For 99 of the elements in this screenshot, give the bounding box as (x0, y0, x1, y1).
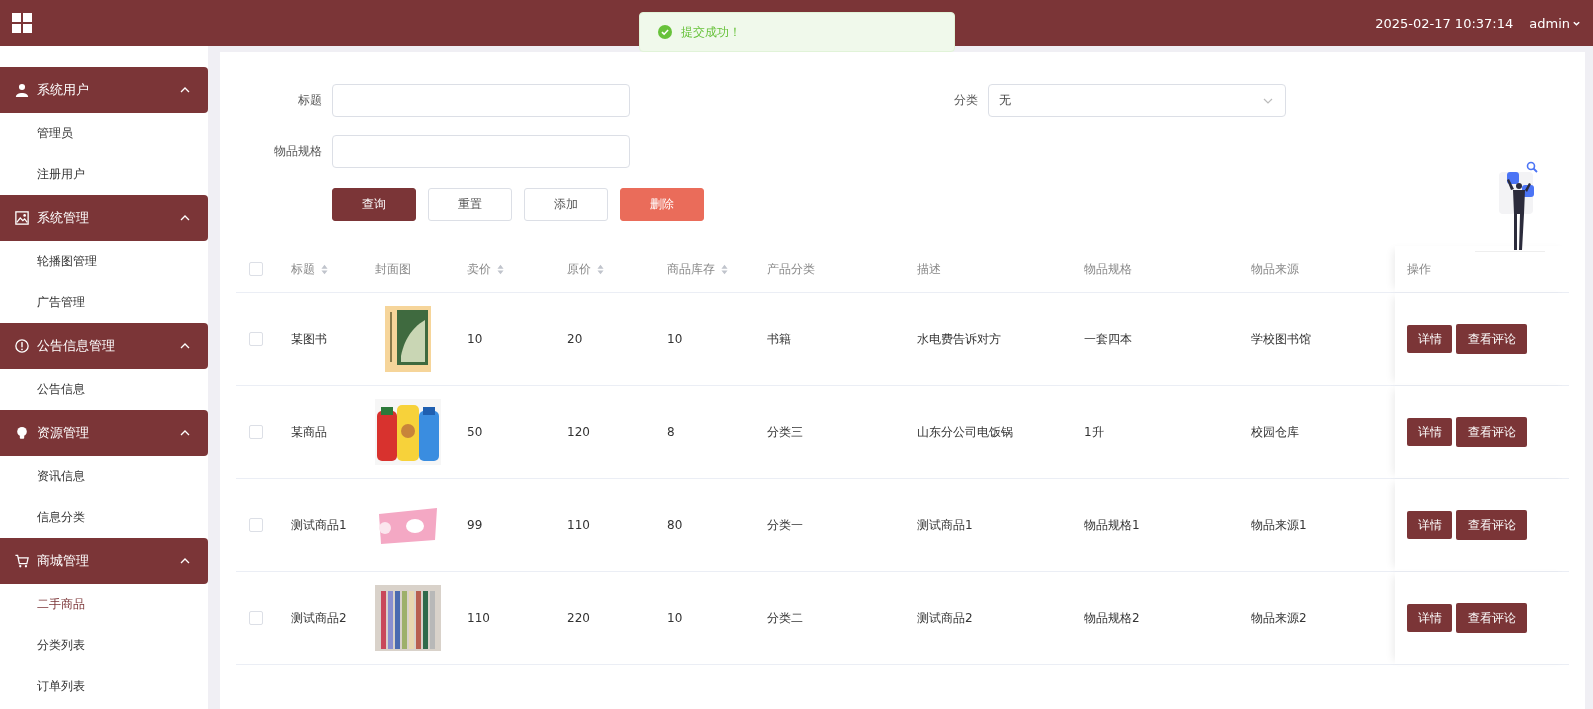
comments-button[interactable]: 查看评论 (1456, 324, 1527, 354)
table-cell: 水电费告诉对方 (917, 330, 1001, 348)
cart-icon (15, 554, 29, 568)
user-icon (15, 83, 29, 97)
table-cell: 校园仓库 (1251, 423, 1299, 441)
table-cell: 测试商品2 (291, 609, 347, 627)
column-header[interactable]: 卖价 (467, 260, 504, 278)
field-label: 分类 (953, 92, 978, 109)
menu-group[interactable]: 商城管理 (0, 538, 208, 584)
chevron-icon (180, 430, 190, 436)
date-time: 2025-02-17 10:37:14 (1375, 15, 1514, 31)
user-menu[interactable]: admin (1529, 15, 1581, 31)
menu-item[interactable]: 轮播图管理 (0, 241, 208, 282)
action-button[interactable]: 添加 (524, 188, 608, 221)
details-button[interactable]: 详情 (1407, 511, 1452, 539)
table-cell: 1升 (1084, 423, 1104, 441)
field-label: 标题 (297, 92, 322, 109)
text-field[interactable] (332, 135, 630, 168)
chevron-down-icon (1263, 97, 1273, 104)
chevron-icon (180, 215, 190, 221)
comments-button[interactable]: 查看评论 (1456, 417, 1527, 447)
toast-message: 提交成功！ (681, 23, 741, 41)
checkbox[interactable] (249, 611, 263, 625)
menu-item[interactable]: 分类列表 (0, 625, 208, 666)
menu-item[interactable]: 管理员 (0, 113, 208, 154)
table-cell: 10 (667, 332, 683, 346)
menu-group[interactable]: 公告信息管理 (0, 323, 208, 369)
table-cell: 物品规格2 (1084, 609, 1140, 627)
checkbox[interactable] (249, 262, 263, 276)
table-cell: 99 (467, 518, 483, 532)
table-cell: 10 (467, 332, 483, 346)
chevron-icon (180, 343, 190, 349)
checkbox[interactable] (249, 518, 263, 532)
column-header[interactable]: 原价 (567, 260, 604, 278)
table-cell: 20 (567, 332, 583, 346)
menu-icon[interactable] (12, 13, 32, 33)
details-button[interactable]: 详情 (1407, 604, 1452, 632)
details-button[interactable]: 详情 (1407, 325, 1452, 353)
menu-group[interactable]: 系统用户 (0, 67, 208, 113)
table-cell: 书籍 (767, 330, 791, 348)
table-cell: 分类二 (767, 609, 803, 627)
field-label: 物品规格 (273, 143, 322, 160)
menu-group[interactable]: 系统管理 (0, 195, 208, 241)
menu-item[interactable]: 广告管理 (0, 282, 208, 323)
table-cell: 某图书 (291, 330, 327, 348)
sort-icon[interactable] (597, 263, 604, 275)
table-cell: 10 (667, 611, 683, 625)
table-cell: 测试商品1 (291, 516, 347, 534)
bulb-icon (15, 426, 29, 440)
table-cell: 某商品 (291, 423, 327, 441)
table-cell: 测试商品2 (917, 609, 973, 627)
sort-icon[interactable] (321, 263, 328, 275)
table-cell: 物品来源2 (1251, 609, 1307, 627)
table-cell: 220 (567, 611, 590, 625)
search-button[interactable]: 查询 (332, 188, 416, 221)
menu-item[interactable]: 二手商品 (0, 584, 208, 625)
table-cell: 110 (467, 611, 490, 625)
checkbox[interactable] (249, 425, 263, 439)
menu-item[interactable]: 公告信息 (0, 369, 208, 410)
column-header[interactable]: 标题 (291, 260, 328, 278)
table-cell: 110 (567, 518, 590, 532)
column-header: 操作 (1407, 260, 1431, 278)
menu-group[interactable]: 资源管理 (0, 410, 208, 456)
info-icon (15, 339, 29, 353)
menu-item[interactable]: 信息分类 (0, 497, 208, 538)
sort-icon[interactable] (497, 263, 504, 275)
check-icon (658, 25, 672, 39)
table-cell: 学校图书馆 (1251, 330, 1311, 348)
table-cell: 120 (567, 425, 590, 439)
details-button[interactable]: 详情 (1407, 418, 1452, 446)
chevron-icon (180, 87, 190, 93)
table-cell: 测试商品1 (917, 516, 973, 534)
table-cell: 80 (667, 518, 683, 532)
column-header: 封面图 (375, 260, 411, 278)
column-header: 产品分类 (767, 260, 815, 278)
menu-item[interactable]: 资讯信息 (0, 456, 208, 497)
column-header: 描述 (917, 260, 941, 278)
table-cell: 分类三 (767, 423, 803, 441)
category-select[interactable]: 无 (988, 84, 1286, 117)
table-cell: 物品来源1 (1251, 516, 1307, 534)
table-cell: 8 (667, 425, 675, 439)
checkbox[interactable] (249, 332, 263, 346)
column-header: 物品规格 (1084, 260, 1132, 278)
menu-item[interactable]: 注册用户 (0, 154, 208, 195)
image-icon (15, 211, 29, 225)
text-field[interactable] (332, 84, 630, 117)
table-cell: 物品规格1 (1084, 516, 1140, 534)
table-cell: 山东分公司电饭锅 (917, 423, 1013, 441)
table-cell: 一套四本 (1084, 330, 1132, 348)
column-header: 物品来源 (1251, 260, 1299, 278)
table-cell: 分类一 (767, 516, 803, 534)
comments-button[interactable]: 查看评论 (1456, 603, 1527, 633)
action-button[interactable]: 重置 (428, 188, 512, 221)
column-header[interactable]: 商品库存 (667, 260, 728, 278)
chevron-icon (180, 558, 190, 564)
sort-icon[interactable] (721, 263, 728, 275)
menu-item[interactable]: 订单列表 (0, 666, 208, 707)
table-cell: 50 (467, 425, 483, 439)
comments-button[interactable]: 查看评论 (1456, 510, 1527, 540)
